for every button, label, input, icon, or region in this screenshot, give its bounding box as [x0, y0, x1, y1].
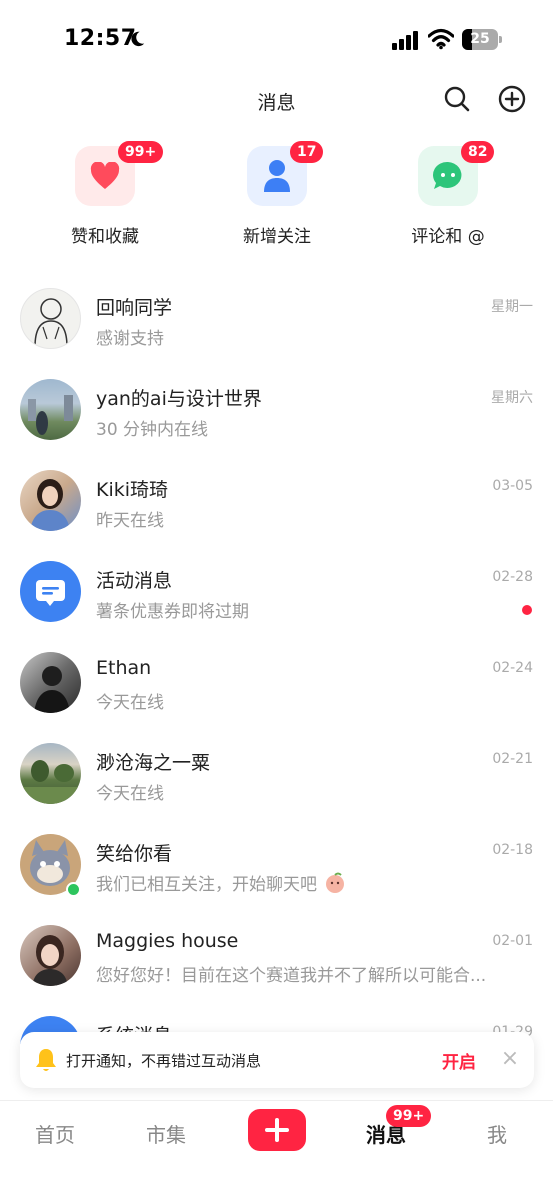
followers-badge: 17: [290, 141, 324, 163]
message-time: 02-21: [492, 751, 533, 767]
contact-name: Kiki琦琦: [96, 479, 169, 501]
message-time: 02-18: [492, 842, 533, 858]
message-row[interactable]: 渺沧海之一粟 今天在线 02-21: [0, 729, 553, 819]
battery-level: 25: [470, 31, 490, 47]
status-time: 12:57: [64, 26, 137, 51]
close-icon[interactable]: ×: [498, 1047, 522, 1071]
message-preview: 昨天在线: [96, 511, 164, 531]
tab-market[interactable]: 市集: [126, 1119, 206, 1148]
online-status-dot: [66, 882, 81, 897]
moon-icon: [131, 31, 145, 47]
wifi-icon: [428, 28, 454, 50]
followers-label: 新增关注: [243, 227, 311, 247]
bell-icon: [36, 1049, 56, 1071]
search-icon[interactable]: [442, 84, 472, 114]
category-likes-and-favorites[interactable]: 99+ 赞和收藏: [40, 140, 170, 250]
category-new-followers[interactable]: 17 新增关注: [212, 140, 342, 250]
battery-indicator: 25: [462, 29, 502, 51]
message-preview: 感谢支持: [96, 329, 164, 349]
create-post-button[interactable]: [248, 1109, 306, 1151]
messages-tab-badge: 99+: [386, 1105, 432, 1127]
avatar: [20, 652, 81, 713]
message-time: 02-24: [492, 660, 533, 676]
enable-notifications-button[interactable]: 开启: [442, 1048, 476, 1073]
message-time: 星期一: [491, 299, 533, 315]
message-row[interactable]: Ethan 今天在线 02-24: [0, 638, 553, 728]
message-preview: 今天在线: [96, 693, 164, 713]
activity-message-icon: [36, 580, 65, 606]
message-time: 03-05: [492, 478, 533, 494]
header: 消息: [0, 78, 553, 122]
chat-bubble-icon: [433, 161, 462, 189]
contact-name: Maggies house: [96, 930, 239, 952]
tab-me[interactable]: 我: [457, 1119, 537, 1148]
message-preview: 今天在线: [96, 784, 164, 804]
message-row[interactable]: 笑给你看 我们已相互关注，开始聊天吧 02-18: [0, 820, 553, 910]
category-comments-and-mentions[interactable]: 82 评论和 @: [383, 140, 513, 250]
heart-icon: [90, 162, 120, 189]
message-time: 02-01: [492, 933, 533, 949]
message-row[interactable]: Kiki琦琦 昨天在线 03-05: [0, 456, 553, 546]
peach-emoji-icon: [326, 872, 345, 893]
activity-avatar: [20, 561, 81, 622]
message-list: 回响同学 感谢支持 星期一 yan的ai与设计世界 30 分钟内在线 星期六 K…: [0, 274, 553, 1044]
message-time: 星期六: [491, 390, 533, 406]
tab-home[interactable]: 首页: [15, 1119, 95, 1148]
avatar: [20, 288, 81, 349]
message-preview: 我们已相互关注，开始聊天吧: [96, 870, 346, 895]
message-row[interactable]: yan的ai与设计世界 30 分钟内在线 星期六: [0, 365, 553, 455]
avatar: [20, 470, 81, 531]
person-icon: [264, 160, 290, 192]
bottom-tab-bar: 首页 市集 消息 99+ 我: [0, 1100, 553, 1200]
unread-dot: [522, 605, 532, 615]
contact-name: yan的ai与设计世界: [96, 388, 262, 410]
contact-name: 回响同学: [96, 297, 173, 319]
banner-text: 打开通知，不再错过互动消息: [66, 1052, 262, 1070]
message-categories: 99+ 赞和收藏 17 新增关注 82 评论和 @: [0, 140, 553, 250]
contact-name: 笑给你看: [96, 843, 173, 865]
message-preview: 薯条优惠券即将过期: [96, 602, 249, 622]
avatar: [20, 925, 81, 986]
message-row[interactable]: 活动消息 薯条优惠券即将过期 02-28: [0, 547, 553, 637]
avatar: [20, 379, 81, 440]
likes-badge: 99+: [118, 141, 164, 163]
comments-label: 评论和 @: [411, 227, 485, 247]
cellular-signal-icon: [392, 31, 418, 50]
likes-label: 赞和收藏: [71, 227, 139, 247]
status-bar: 12:57 25: [0, 0, 553, 80]
message-time: 02-28: [492, 569, 533, 585]
message-row[interactable]: Maggies house 您好您好！目前在这个赛道我并不了解所以可能合... …: [0, 911, 553, 1001]
enable-notifications-banner: 打开通知，不再错过互动消息 开启 ×: [20, 1032, 534, 1088]
avatar: [20, 743, 81, 804]
message-preview: 30 分钟内在线: [96, 420, 209, 440]
message-preview: 您好您好！目前在这个赛道我并不了解所以可能合...: [96, 966, 487, 986]
message-row[interactable]: 回响同学 感谢支持 星期一: [0, 274, 553, 364]
contact-name: 渺沧海之一粟: [96, 752, 211, 774]
contact-name: Ethan: [96, 657, 152, 679]
add-circle-icon[interactable]: [497, 84, 527, 114]
comments-badge: 82: [461, 141, 495, 163]
contact-name: 活动消息: [96, 570, 173, 592]
